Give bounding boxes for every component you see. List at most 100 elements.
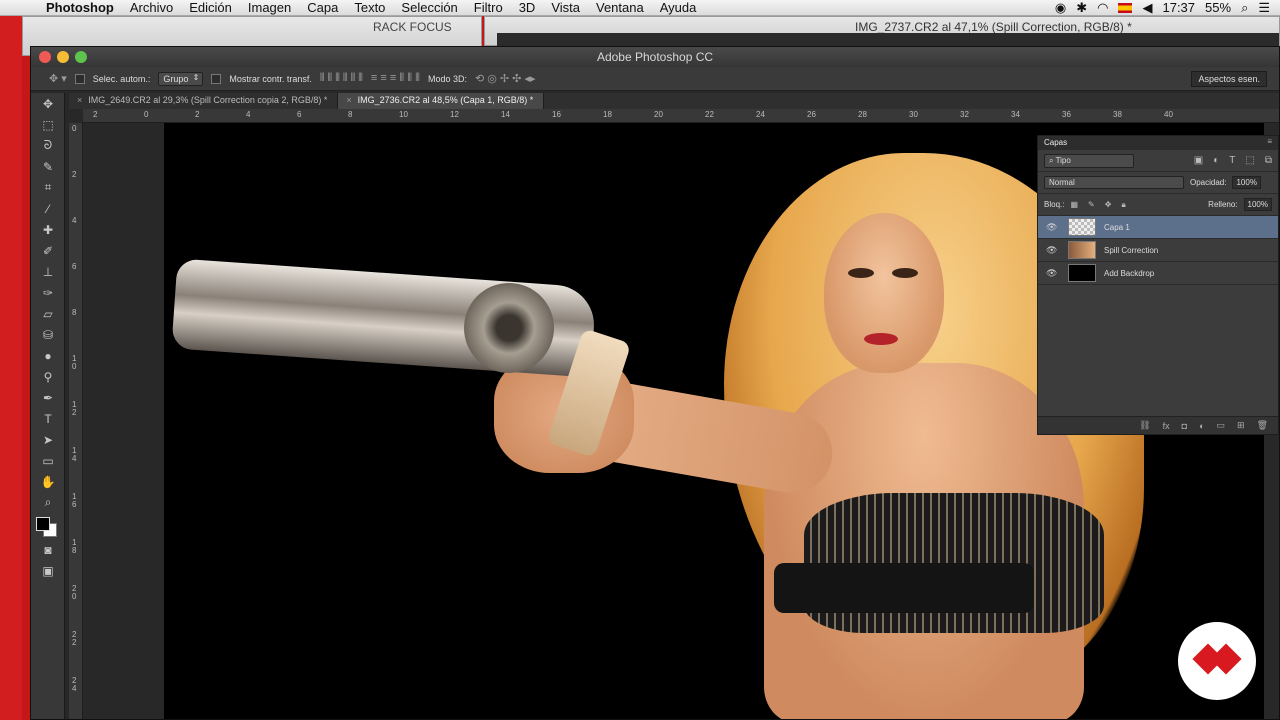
background-document-window[interactable]: IMG_2737.CR2 al 47,1% (Spill Correction,… bbox=[484, 16, 1280, 47]
layer-row[interactable]: 👁︎ Capa 1 bbox=[1038, 216, 1278, 239]
delete-layer-icon[interactable]: 🗑︎ bbox=[1257, 420, 1268, 431]
ruler-tick-label: 0 bbox=[72, 124, 77, 133]
clone-stamp-tool-icon[interactable]: ⊥ bbox=[31, 261, 65, 282]
quick-selection-tool-icon[interactable]: ✎ bbox=[31, 156, 65, 177]
document-tab[interactable]: × IMG_2649.CR2 al 29,3% (Spill Correction… bbox=[69, 93, 339, 109]
opacity-input[interactable]: 100% bbox=[1232, 176, 1261, 189]
distribute-icons[interactable]: ≡ ≡ ≡ ⦀ ⦀ ⦀ bbox=[371, 72, 420, 85]
add-mask-icon[interactable]: ◘ bbox=[1182, 421, 1187, 431]
new-layer-icon[interactable]: ⊞ bbox=[1237, 420, 1245, 431]
input-source-flag-icon[interactable] bbox=[1118, 2, 1133, 13]
quick-mask-icon[interactable]: ◙ bbox=[31, 539, 65, 560]
rectangle-tool-icon[interactable]: ▭ bbox=[31, 450, 65, 471]
layer-filter-dropdown[interactable]: ⌕ Tipo bbox=[1044, 153, 1134, 168]
move-tool-icon[interactable]: ✥ bbox=[31, 93, 65, 114]
show-transform-checkbox[interactable] bbox=[211, 73, 222, 84]
layer-name[interactable]: Spill Correction bbox=[1104, 246, 1158, 255]
wifi-icon[interactable]: ◠ bbox=[1097, 0, 1108, 16]
menu-ventana[interactable]: Ventana bbox=[588, 0, 652, 16]
auto-select-checkbox[interactable] bbox=[74, 73, 85, 84]
volume-icon[interactable]: ◀ bbox=[1142, 0, 1152, 16]
zoom-window-button[interactable] bbox=[75, 51, 87, 63]
lock-pixels-icon[interactable]: ✎ bbox=[1088, 200, 1095, 210]
layer-name[interactable]: Add Backdrop bbox=[1104, 269, 1154, 278]
filter-type-icon[interactable]: T bbox=[1229, 155, 1235, 166]
menu-seleccion[interactable]: Selección bbox=[393, 0, 465, 16]
menu-app-photoshop[interactable]: Photoshop bbox=[44, 0, 122, 16]
menu-3d[interactable]: 3D bbox=[511, 0, 544, 16]
crop-tool-icon[interactable]: ⌗ bbox=[31, 177, 65, 198]
filter-icons[interactable]: ▣ ◐ T ⬚ ⧉ bbox=[1194, 155, 1272, 166]
color-swatches[interactable] bbox=[31, 513, 64, 539]
marquee-tool-icon[interactable]: ⬚ bbox=[31, 114, 65, 135]
window-titlebar[interactable]: Adobe Photoshop CC bbox=[31, 47, 1279, 67]
hand-tool-icon[interactable]: ✋ bbox=[31, 471, 65, 492]
type-tool-icon[interactable]: T bbox=[31, 408, 65, 429]
foreground-color-swatch[interactable] bbox=[36, 517, 50, 531]
clock[interactable]: 17:37 bbox=[1162, 0, 1195, 15]
lock-transparency-icon[interactable]: ▦ bbox=[1070, 200, 1078, 210]
bluetooth-icon[interactable]: ✱ bbox=[1076, 0, 1087, 16]
ruler-tick-label: 34 bbox=[1011, 110, 1020, 119]
notification-center-icon[interactable]: ☰ bbox=[1258, 0, 1270, 16]
battery-percent[interactable]: 55% bbox=[1205, 0, 1231, 15]
zoom-tool-icon[interactable]: ⌕ bbox=[31, 492, 65, 513]
fill-input[interactable]: 100% bbox=[1243, 198, 1272, 211]
close-window-button[interactable] bbox=[39, 51, 51, 63]
filter-shape-icon[interactable]: ⬚ bbox=[1245, 155, 1254, 166]
menu-archivo[interactable]: Archivo bbox=[122, 0, 181, 16]
document-tab-active[interactable]: × IMG_2736.CR2 al 48,5% (Capa 1, RGB/8) * bbox=[338, 93, 545, 109]
record-icon[interactable]: ◉ bbox=[1055, 0, 1066, 16]
layer-name[interactable]: Capa 1 bbox=[1104, 223, 1130, 232]
menu-edicion[interactable]: Edición bbox=[181, 0, 240, 16]
eyedropper-tool-icon[interactable]: ⁄ bbox=[31, 198, 65, 219]
3d-mode-icons[interactable]: ⟲ ◎ ✢ ✣ ◂▸ bbox=[475, 72, 536, 85]
ruler-tick-label: 12 bbox=[450, 110, 459, 119]
visibility-eye-icon[interactable]: 👁︎ bbox=[1046, 268, 1062, 279]
auto-select-dropdown[interactable]: Grupo bbox=[158, 71, 204, 86]
move-tool-preset-icon[interactable]: ✥ ▾ bbox=[49, 72, 67, 85]
lock-all-icon[interactable]: 🔒︎ bbox=[1121, 200, 1125, 210]
history-brush-tool-icon[interactable]: ✑ bbox=[31, 282, 65, 303]
spotlight-search-icon[interactable]: ⌕ bbox=[1241, 0, 1248, 16]
panel-menu-icon[interactable]: ≡ bbox=[1267, 137, 1272, 146]
lasso-tool-icon[interactable]: ᘐ bbox=[31, 135, 65, 156]
menu-capa[interactable]: Capa bbox=[299, 0, 346, 16]
minimize-window-button[interactable] bbox=[57, 51, 69, 63]
menu-vista[interactable]: Vista bbox=[543, 0, 588, 16]
lock-position-icon[interactable]: ✥ bbox=[1105, 200, 1112, 210]
blend-mode-dropdown[interactable]: Normal bbox=[1044, 176, 1184, 189]
link-layers-icon[interactable]: ⛓ bbox=[1139, 420, 1150, 431]
lock-icons[interactable]: ▦ ✎ ✥ 🔒︎ bbox=[1070, 200, 1125, 210]
close-tab-icon[interactable]: × bbox=[77, 95, 82, 105]
filter-smart-object-icon[interactable]: ⧉ bbox=[1265, 155, 1272, 166]
align-icons[interactable]: ⫴ ⫴ ⫴ ⫴ ⫴ ⫴ bbox=[320, 72, 363, 85]
healing-brush-tool-icon[interactable]: ✚ bbox=[31, 219, 65, 240]
menu-texto[interactable]: Texto bbox=[346, 0, 393, 16]
menu-imagen[interactable]: Imagen bbox=[240, 0, 299, 16]
visibility-eye-icon[interactable]: 👁︎ bbox=[1046, 245, 1062, 256]
layer-style-fx-icon[interactable]: fx bbox=[1163, 421, 1170, 431]
new-group-icon[interactable]: ▭ bbox=[1217, 420, 1226, 431]
filter-adjustment-icon[interactable]: ◐ bbox=[1213, 155, 1219, 166]
menu-ayuda[interactable]: Ayuda bbox=[652, 0, 705, 16]
blur-tool-icon[interactable]: ● bbox=[31, 345, 65, 366]
eraser-tool-icon[interactable]: ▱ bbox=[31, 303, 65, 324]
menu-filtro[interactable]: Filtro bbox=[466, 0, 511, 16]
brush-tool-icon[interactable]: ✐ bbox=[31, 240, 65, 261]
close-tab-icon[interactable]: × bbox=[346, 95, 351, 105]
layer-row[interactable]: 👁︎ Add Backdrop bbox=[1038, 262, 1278, 285]
dodge-tool-icon[interactable]: ⚲ bbox=[31, 366, 65, 387]
new-adjustment-icon[interactable]: ◐ bbox=[1199, 421, 1204, 431]
vertical-ruler[interactable]: 0 2 4 6 8 10 12 14 16 18 20 22 24 bbox=[69, 123, 83, 719]
horizontal-ruler[interactable]: 2 0 2 4 6 8 10 12 14 16 18 20 22 24 26 28 30 32 34 36 38 40 bbox=[83, 109, 1279, 123]
layers-panel-header[interactable]: Capas ≡ bbox=[1038, 136, 1278, 150]
layer-row[interactable]: 👁︎ Spill Correction bbox=[1038, 239, 1278, 262]
path-selection-tool-icon[interactable]: ➤ bbox=[31, 429, 65, 450]
visibility-eye-icon[interactable]: 👁︎ bbox=[1046, 222, 1062, 233]
workspace-switcher[interactable]: Aspectos esen. bbox=[1191, 70, 1267, 87]
pen-tool-icon[interactable]: ✒ bbox=[31, 387, 65, 408]
filter-pixel-icon[interactable]: ▣ bbox=[1194, 155, 1203, 166]
paint-bucket-tool-icon[interactable]: ⛁ bbox=[31, 324, 65, 345]
screen-mode-icon[interactable]: ▣ bbox=[31, 560, 65, 581]
